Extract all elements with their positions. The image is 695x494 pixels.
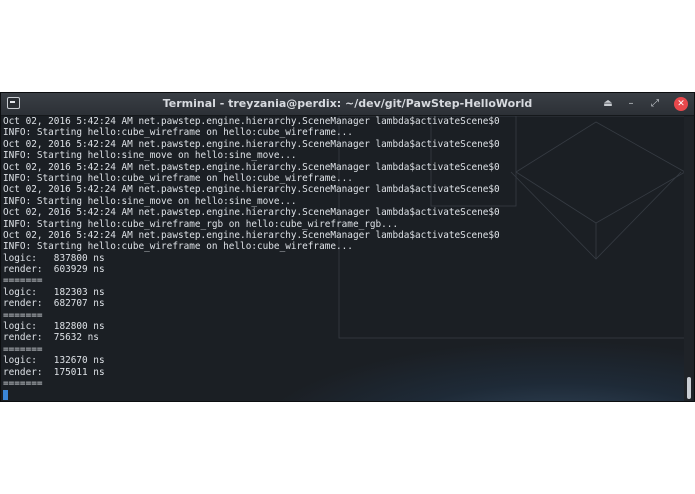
terminal-output[interactable]: Oct 02, 2016 5:42:24 AM net.pawstep.engi… xyxy=(3,116,500,389)
terminal-line: Oct 02, 2016 5:42:24 AM net.pawstep.engi… xyxy=(3,138,500,150)
terminal-line: INFO: Starting hello:cube_wireframe on h… xyxy=(3,127,353,139)
eject-icon[interactable]: ⏏ xyxy=(600,96,616,112)
terminal-line: logic: 132670 ns xyxy=(3,355,105,367)
terminal-line: Oct 02, 2016 5:42:24 AM net.pawstep.engi… xyxy=(3,116,500,127)
window-title: Terminal - treyzania@perdix: ~/dev/git/P… xyxy=(162,97,533,110)
close-button[interactable]: ✕ xyxy=(674,97,688,111)
terminal-line: INFO: Starting hello:cube_wireframe_rgb … xyxy=(3,218,399,230)
terminal-line: Oct 02, 2016 5:42:24 AM net.pawstep.engi… xyxy=(3,161,500,173)
terminal-line: logic: 182800 ns xyxy=(3,321,105,333)
terminal-line: INFO: Starting hello:cube_wireframe on h… xyxy=(3,241,353,253)
terminal-line: ======= xyxy=(3,343,43,355)
title-bar[interactable]: Terminal - treyzania@perdix: ~/dev/git/P… xyxy=(1,93,694,116)
vertical-scrollbar[interactable] xyxy=(684,116,694,401)
terminal-line: render: 175011 ns xyxy=(3,366,105,378)
maximize-button[interactable]: ⤢ xyxy=(647,96,663,112)
terminal-line: INFO: Starting hello:sine_move on hello:… xyxy=(3,150,297,162)
terminal-line: Oct 02, 2016 5:42:24 AM net.pawstep.engi… xyxy=(3,207,500,219)
terminal-line: logic: 182303 ns xyxy=(3,286,105,298)
terminal-line: Oct 02, 2016 5:42:24 AM net.pawstep.engi… xyxy=(3,229,500,241)
terminal-line: Oct 02, 2016 5:42:24 AM net.pawstep.engi… xyxy=(3,184,500,196)
terminal-line: render: 603929 ns xyxy=(3,264,105,276)
terminal-line: logic: 837800 ns xyxy=(3,252,105,264)
terminal-content[interactable]: Oct 02, 2016 5:42:24 AM net.pawstep.engi… xyxy=(1,116,685,401)
terminal-line: ======= xyxy=(3,275,43,287)
terminal-window: Terminal - treyzania@perdix: ~/dev/git/P… xyxy=(0,92,695,402)
terminal-line: ======= xyxy=(3,309,43,321)
scrollbar-thumb[interactable] xyxy=(687,377,691,399)
terminal-line: render: 682707 ns xyxy=(3,298,105,310)
terminal-line: render: 75632 ns xyxy=(3,332,99,344)
text-cursor xyxy=(3,390,8,400)
terminal-line: ======= xyxy=(3,377,43,389)
terminal-line: INFO: Starting hello:cube_wireframe on h… xyxy=(3,172,353,184)
terminal-line: INFO: Starting hello:sine_move on hello:… xyxy=(3,195,297,207)
minimize-button[interactable]: – xyxy=(623,96,639,112)
